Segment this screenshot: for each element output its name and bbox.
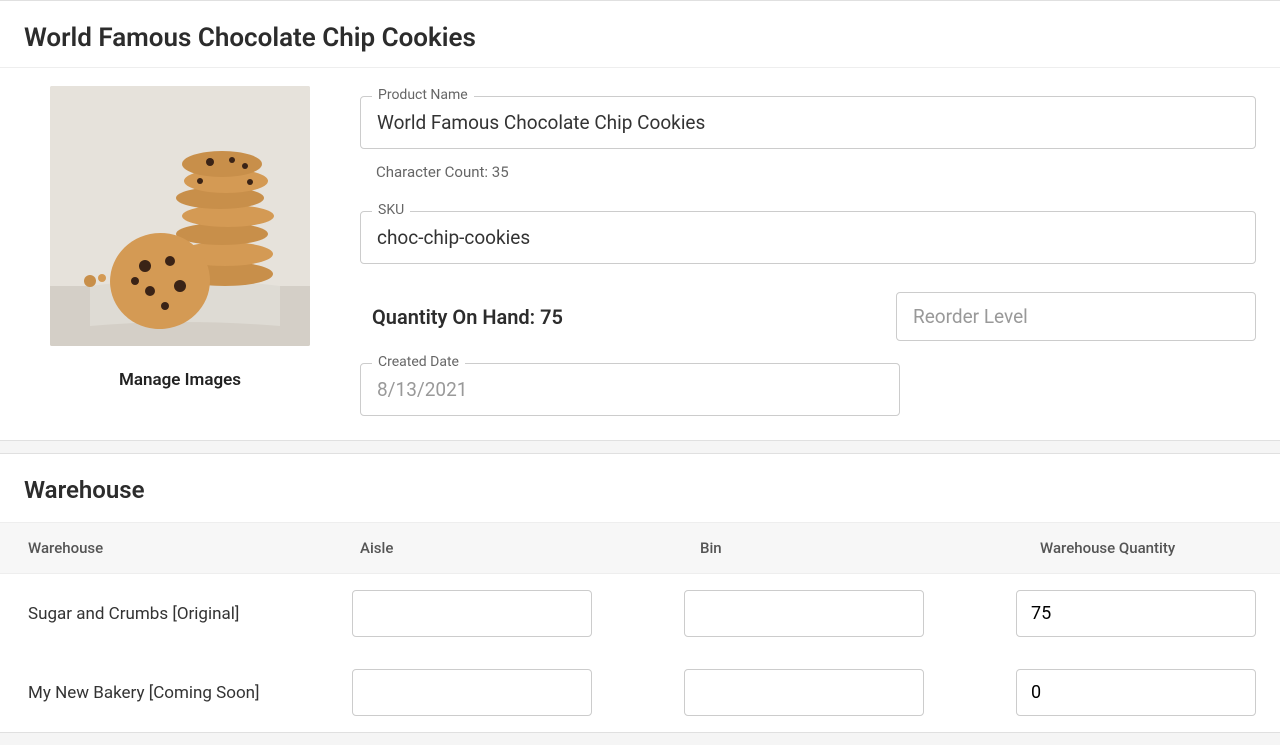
sku-input[interactable]	[360, 211, 1256, 264]
created-date-input[interactable]	[360, 363, 900, 416]
bin-input[interactable]	[684, 669, 924, 716]
image-column: Manage Images	[0, 86, 360, 416]
qty-on-hand-label: Quantity On Hand: 75	[360, 305, 856, 329]
created-date-field: Created Date	[360, 363, 900, 416]
reorder-field	[896, 292, 1256, 341]
col-aisle: Aisle	[360, 539, 700, 557]
aisle-input[interactable]	[352, 669, 592, 716]
page-title: World Famous Chocolate Chip Cookies	[0, 1, 1280, 67]
warehouse-title: Warehouse	[0, 454, 1280, 522]
product-name-field: Product Name	[360, 96, 1256, 149]
col-bin: Bin	[700, 539, 1040, 557]
manage-images-link[interactable]: Manage Images	[119, 370, 241, 390]
fields-column: Product Name Character Count: 35 SKU Qua…	[360, 86, 1280, 416]
warehouse-card: Warehouse Warehouse Aisle Bin Warehouse …	[0, 453, 1280, 733]
reorder-level-input[interactable]	[896, 292, 1256, 341]
product-image	[50, 86, 310, 346]
product-name-input[interactable]	[360, 96, 1256, 149]
table-row: Sugar and Crumbs [Original]	[0, 574, 1280, 653]
char-count-text: Character Count: 35	[360, 157, 1256, 193]
warehouse-name: Sugar and Crumbs [Original]	[0, 604, 352, 624]
created-date-label: Created Date	[372, 354, 465, 370]
warehouse-header-row: Warehouse Aisle Bin Warehouse Quantity	[0, 522, 1280, 574]
warehouse-table: Warehouse Aisle Bin Warehouse Quantity S…	[0, 522, 1280, 732]
aisle-input[interactable]	[352, 590, 592, 637]
sku-label: SKU	[372, 202, 410, 218]
cookies-icon	[50, 86, 310, 346]
product-name-label: Product Name	[372, 87, 474, 103]
warehouse-qty-input[interactable]	[1016, 669, 1256, 716]
col-qty: Warehouse Quantity	[1040, 539, 1280, 557]
warehouse-qty-input[interactable]	[1016, 590, 1256, 637]
col-warehouse: Warehouse	[0, 539, 360, 557]
warehouse-name: My New Bakery [Coming Soon]	[0, 683, 352, 703]
qty-row: Quantity On Hand: 75	[360, 292, 1256, 341]
sku-field: SKU	[360, 211, 1256, 264]
product-card: World Famous Chocolate Chip Cookies	[0, 0, 1280, 441]
product-body: Manage Images Product Name Character Cou…	[0, 68, 1280, 440]
bin-input[interactable]	[684, 590, 924, 637]
table-row: My New Bakery [Coming Soon]	[0, 653, 1280, 732]
